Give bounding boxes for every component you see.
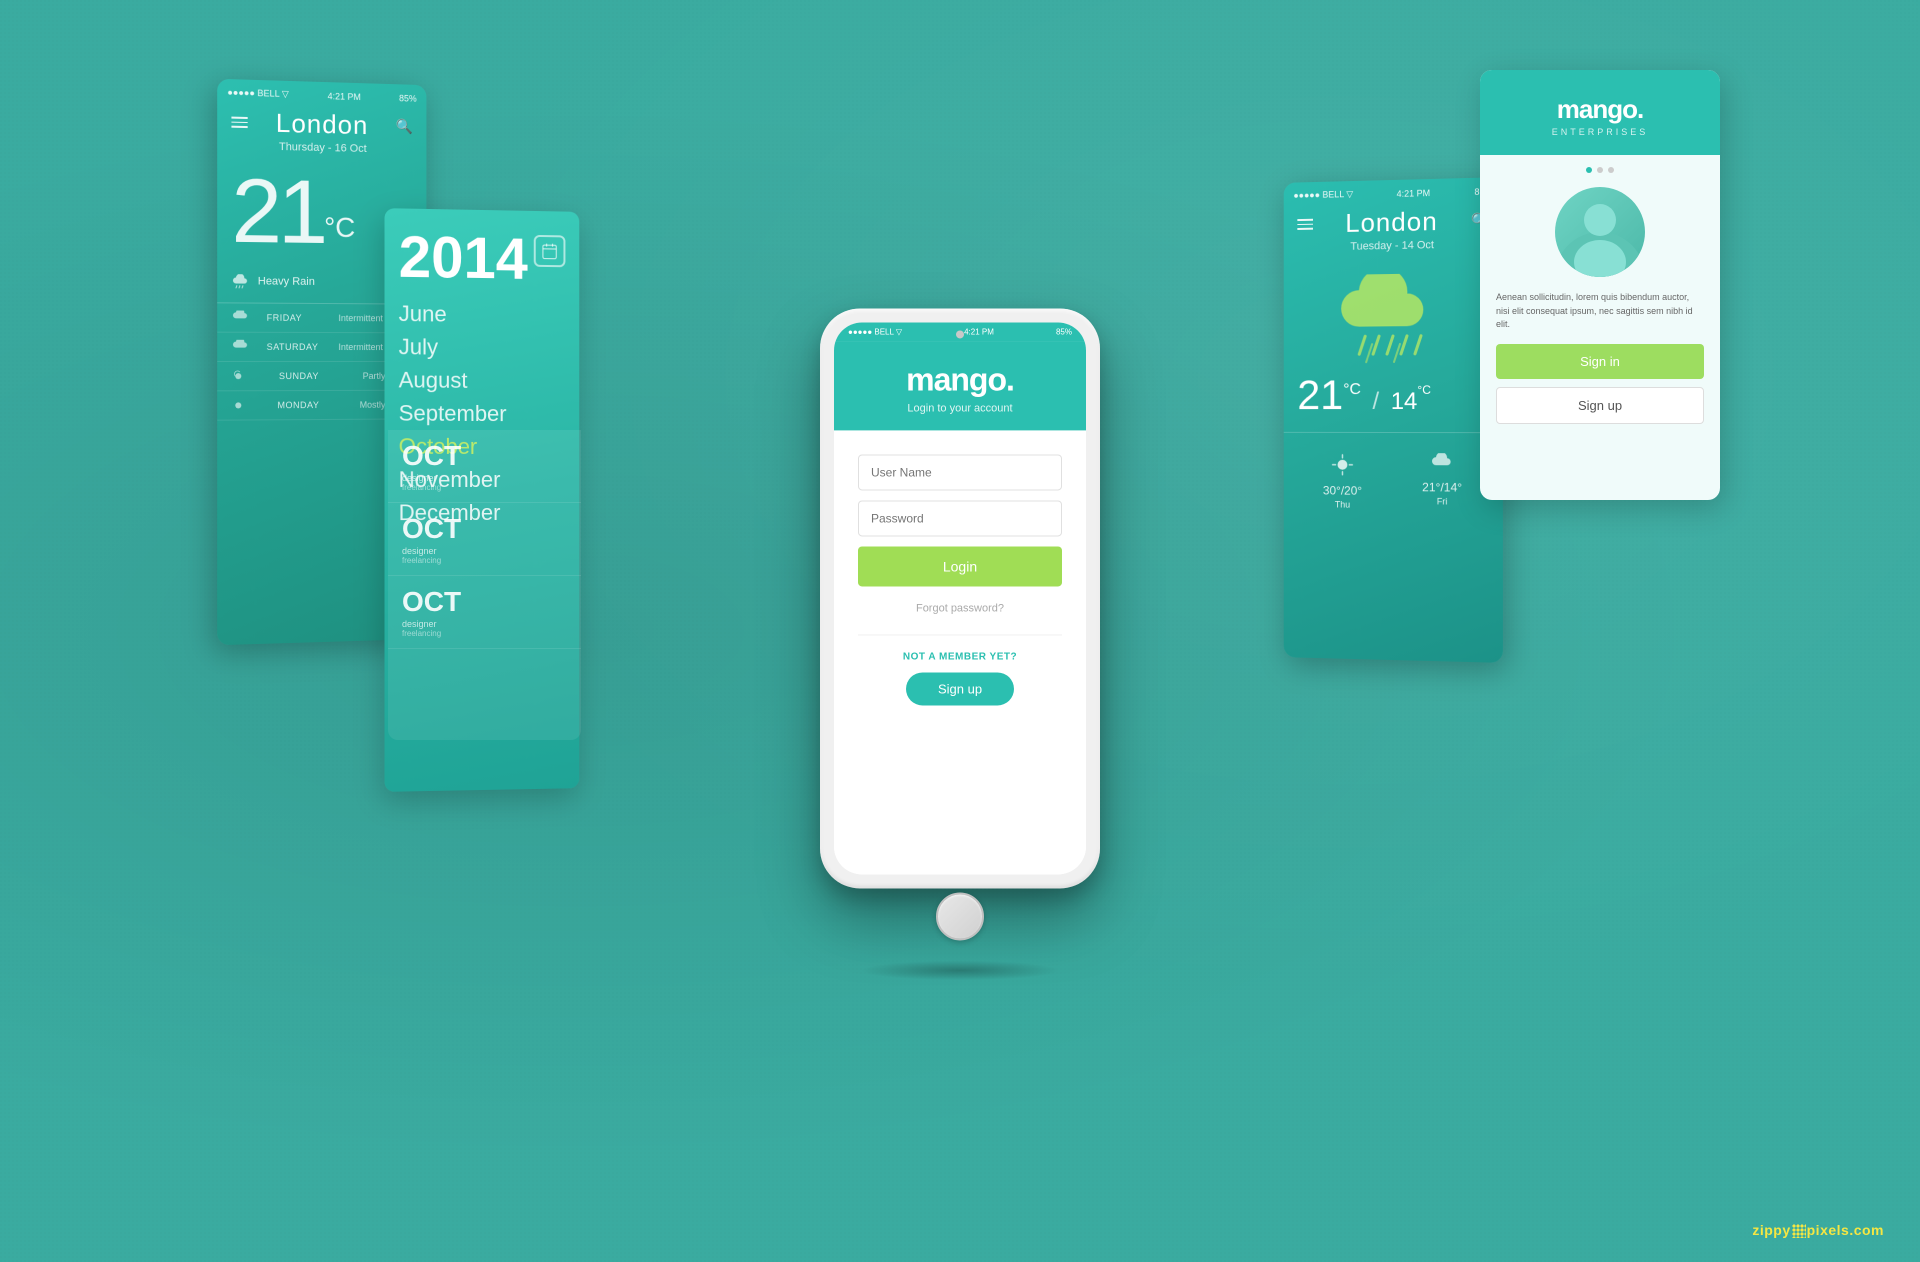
- mango-avatar: [1555, 187, 1645, 277]
- divider: [858, 634, 1062, 635]
- carrier-left: ●●●●● BELL ▽: [227, 87, 288, 100]
- phone-shadow: [860, 960, 1060, 980]
- rain-icon-right: [1284, 256, 1503, 375]
- watermark-zippy: zippy: [1752, 1222, 1790, 1238]
- not-member-label: NOT A MEMBER YET?: [903, 651, 1017, 662]
- password-input[interactable]: [858, 500, 1062, 536]
- dot-1: [1597, 167, 1603, 173]
- phone-mango-subtitle: Login to your account: [834, 402, 1086, 414]
- phone-camera: [956, 330, 964, 338]
- calendar-year: 2014: [399, 229, 528, 289]
- mango-header: mango. ENTERPRISES: [1480, 70, 1720, 155]
- time-right: 4:21 PM: [1397, 188, 1431, 199]
- phone-signup-button[interactable]: Sign up: [906, 672, 1014, 705]
- watermark-dots: [1792, 1224, 1806, 1238]
- username-input[interactable]: [858, 454, 1062, 490]
- mango-logo: mango.: [1500, 94, 1700, 125]
- phone-outer: ●●●●● BELL ▽ 4:21 PM 85% mango. Login to…: [820, 308, 1100, 888]
- phone-home-button[interactable]: [936, 892, 984, 940]
- login-button[interactable]: Login: [858, 546, 1062, 586]
- forgot-password-link[interactable]: Forgot password?: [916, 602, 1004, 614]
- main-phone-wrapper: ●●●●● BELL ▽ 4:21 PM 85% mango. Login to…: [820, 308, 1100, 980]
- agenda-panel: OCT designer freelancing OCT designer fr…: [388, 430, 581, 740]
- dot-0: [1586, 167, 1592, 173]
- city-left: London: [276, 108, 368, 141]
- phone-login-body: Login Forgot password? NOT A MEMBER YET?…: [834, 430, 1086, 874]
- temp-right-row: 21°C / 14°C ›: [1284, 373, 1503, 416]
- fc-thu: 30°/20° Thu: [1323, 453, 1362, 510]
- phone-time: 4:21 PM: [964, 327, 994, 336]
- mango-avatar-area: [1480, 179, 1720, 291]
- hamburger-menu-right[interactable]: [1297, 219, 1313, 230]
- agenda-item-2: OCT designer freelancing: [388, 576, 581, 649]
- scene: ●●●●● BELL ▽ 4:21 PM 85% London 🔍 Thursd…: [0, 0, 1920, 1262]
- phone-mango-header: mango. Login to your account: [834, 341, 1086, 430]
- agenda-item-1: OCT designer freelancing: [388, 503, 581, 576]
- city-right: London: [1345, 206, 1437, 239]
- watermark: zippy pixels.com: [1752, 1222, 1884, 1238]
- agenda-item-0: OCT designer freelancing: [388, 430, 581, 503]
- weather-screen-right: ●●●●● BELL ▽ 4:21 PM 85% London 🔍 Tuesda…: [1284, 177, 1503, 663]
- phone-carrier: ●●●●● BELL ▽: [848, 327, 902, 336]
- time-left: 4:21 PM: [328, 91, 361, 102]
- forecast-right: 30°/20° Thu 21°/14° Fri: [1284, 432, 1503, 521]
- weather-left-header: London 🔍: [217, 102, 426, 144]
- search-icon-left[interactable]: 🔍: [396, 118, 413, 135]
- phone-mango-logo: mango.: [834, 361, 1086, 398]
- phone-screen: ●●●●● BELL ▽ 4:21 PM 85% mango. Login to…: [834, 322, 1086, 874]
- mango-enterprises-label: ENTERPRISES: [1500, 127, 1700, 137]
- phone-battery: 85%: [1056, 327, 1072, 336]
- mango-enterprises-screen: mango. ENTERPRISES Aenean sollicitudin, …: [1480, 70, 1720, 500]
- dot-2: [1608, 167, 1614, 173]
- fc-fri: 21°/14° Fri: [1422, 453, 1462, 511]
- mango-body-text: Aenean sollicitudin, lorem quis bibendum…: [1480, 291, 1720, 344]
- carrier-right: ●●●●● BELL ▽: [1293, 189, 1353, 201]
- battery-left: 85%: [399, 93, 417, 103]
- mango-dots: [1480, 155, 1720, 179]
- watermark-pixels: pixels.com: [1807, 1222, 1884, 1238]
- calendar-icon[interactable]: [534, 235, 566, 267]
- hamburger-menu-left[interactable]: [231, 117, 247, 128]
- weather-right-header: London 🔍: [1284, 200, 1503, 242]
- mango-signup-button[interactable]: Sign up: [1496, 387, 1704, 424]
- mango-signin-button[interactable]: Sign in: [1496, 344, 1704, 379]
